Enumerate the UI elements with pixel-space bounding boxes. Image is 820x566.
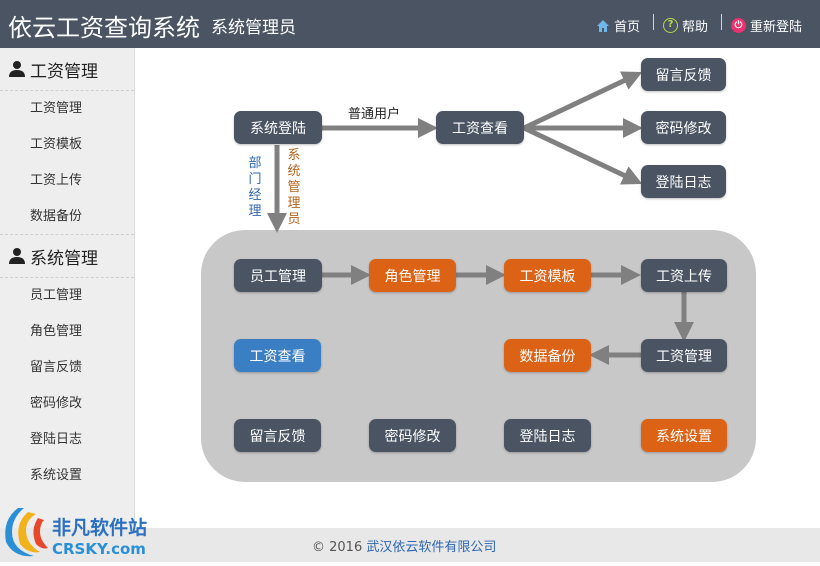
sidebar-group-label: 系统管理 <box>30 248 98 269</box>
node-system-settings[interactable]: 系统设置 <box>641 419 727 452</box>
user-icon <box>9 248 25 264</box>
app-title: 依云工资查询系统 <box>8 14 200 42</box>
sidebar: 工资管理 工资管理 工资模板 工资上传 数据备份 系统管理 员工管理 角色管理 … <box>0 48 135 528</box>
node-login-log-panel[interactable]: 登陆日志 <box>504 419 591 452</box>
sidebar-group-label: 工资管理 <box>30 61 98 82</box>
sidebar-item-salary-mgmt[interactable]: 工资管理 <box>0 91 134 127</box>
user-icon <box>9 61 25 77</box>
power-icon: ⏻ <box>731 18 746 33</box>
sidebar-item-password[interactable]: 密码修改 <box>0 386 134 422</box>
copyright: © 2016 武汉依云软件有限公司 <box>312 536 496 555</box>
help-link[interactable]: ? 帮助 <box>663 16 708 35</box>
node-salary-template[interactable]: 工资模板 <box>504 259 591 292</box>
sidebar-item-feedback[interactable]: 留言反馈 <box>0 350 134 386</box>
node-feedback-panel[interactable]: 留言反馈 <box>234 419 321 452</box>
sidebar-group-salary[interactable]: 工资管理 <box>0 48 134 91</box>
arrow-view-to-log <box>522 125 643 185</box>
sidebar-item-data-backup[interactable]: 数据备份 <box>0 199 134 235</box>
sidebar-item-login-log[interactable]: 登陆日志 <box>0 422 134 458</box>
copyright-year: © 2016 <box>312 540 363 555</box>
arrow-view-to-feedback <box>522 71 643 131</box>
node-salary-view-blue[interactable]: 工资查看 <box>234 339 321 372</box>
node-login-log[interactable]: 登陆日志 <box>641 165 726 198</box>
home-icon <box>597 19 609 32</box>
help-icon: ? <box>663 18 678 33</box>
node-employee-mgmt[interactable]: 员工管理 <box>234 259 322 292</box>
node-salary-view[interactable]: 工资查看 <box>436 111 524 144</box>
nav-divider <box>721 14 722 30</box>
company-name: 武汉依云软件有限公司 <box>366 540 497 555</box>
crsky-logo: 非凡软件站 CRSKY.com <box>5 508 147 558</box>
home-link[interactable]: 首页 <box>596 16 640 35</box>
edge-label-dept-manager: 部门经理 <box>248 156 262 219</box>
watermark-site: CRSKY.com <box>52 540 146 558</box>
node-feedback[interactable]: 留言反馈 <box>641 58 726 91</box>
home-label: 首页 <box>614 20 641 35</box>
edge-label-normal-user: 普通用户 <box>348 107 401 122</box>
current-role: 系统管理员 <box>211 18 296 38</box>
node-data-backup[interactable]: 数据备份 <box>504 339 591 372</box>
sidebar-item-system-settings[interactable]: 系统设置 <box>0 458 134 494</box>
node-password[interactable]: 密码修改 <box>641 111 726 144</box>
node-salary-mgmt[interactable]: 工资管理 <box>641 339 727 372</box>
edge-label-sys-admin: 系统管理员 <box>287 148 301 227</box>
sidebar-item-role-mgmt[interactable]: 角色管理 <box>0 314 134 350</box>
sidebar-item-employee-mgmt[interactable]: 员工管理 <box>0 278 134 314</box>
relogin-label: 重新登陆 <box>750 20 803 35</box>
watermark-brand: 非凡软件站 <box>52 516 147 539</box>
node-password-panel[interactable]: 密码修改 <box>369 419 456 452</box>
node-salary-upload[interactable]: 工资上传 <box>641 259 727 292</box>
relogin-link[interactable]: ⏻ 重新登陆 <box>731 16 802 35</box>
top-header: 依云工资查询系统 系统管理员 首页 ? 帮助 ⏻ 重新登陆 <box>0 0 820 48</box>
sidebar-group-system[interactable]: 系统管理 <box>0 235 134 278</box>
help-label: 帮助 <box>682 20 709 35</box>
sidebar-item-salary-upload[interactable]: 工资上传 <box>0 163 134 199</box>
workflow-diagram: 系统登陆 普通用户 工资查看 留言反馈 密码修改 登陆日志 部门经理 系统管理员… <box>136 48 820 528</box>
node-role-mgmt[interactable]: 角色管理 <box>369 259 456 292</box>
nav-divider <box>653 14 654 30</box>
sidebar-item-salary-template[interactable]: 工资模板 <box>0 127 134 163</box>
node-system-login[interactable]: 系统登陆 <box>234 111 322 144</box>
watermark-logo: 非凡软件站 CRSKY.com <box>0 500 160 562</box>
